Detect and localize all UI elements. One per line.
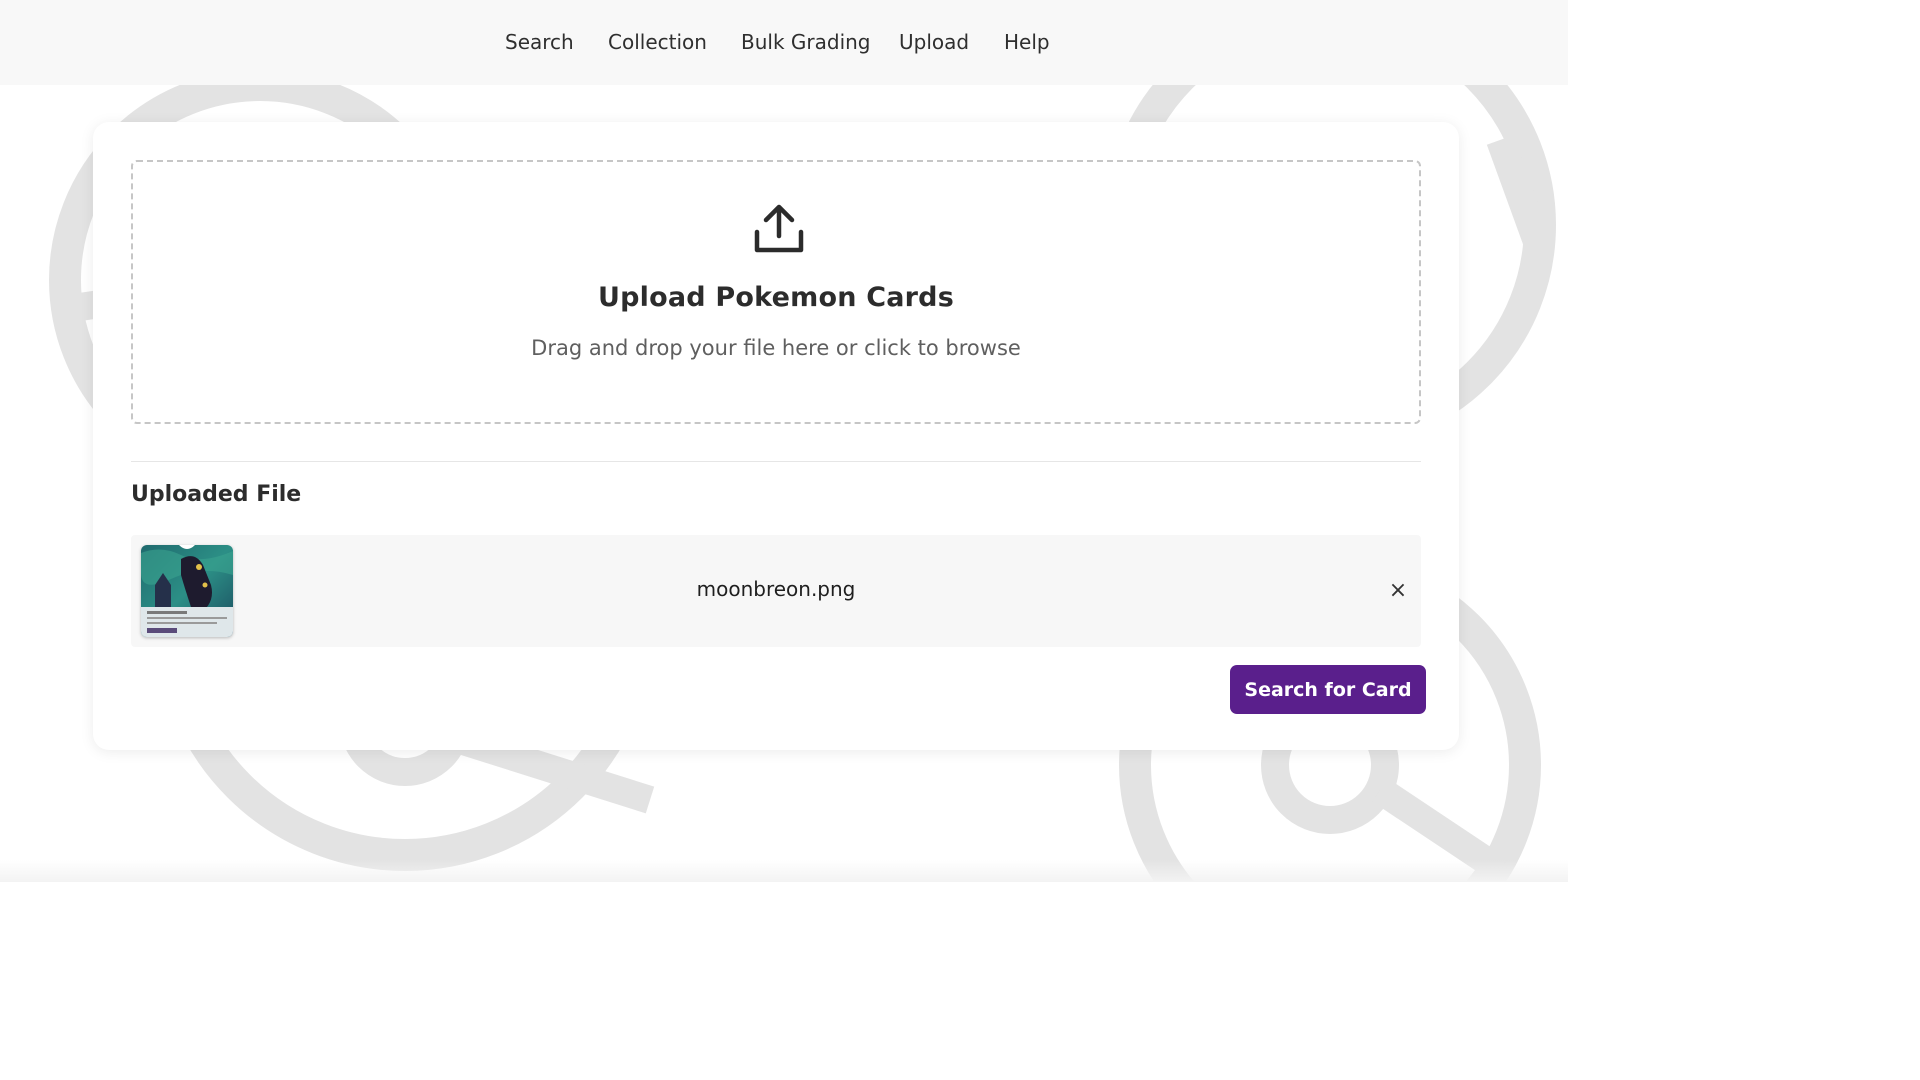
- top-navigation: Search Collection Bulk Grading Upload He…: [0, 0, 1568, 85]
- dropzone-subtitle: Drag and drop your file here or click to…: [531, 336, 1021, 360]
- file-dropzone[interactable]: Upload Pokemon Cards Drag and drop your …: [131, 160, 1421, 424]
- upload-icon: [754, 204, 804, 253]
- uploaded-file-heading: Uploaded File: [131, 482, 302, 507]
- dropzone-title: Upload Pokemon Cards: [598, 282, 954, 313]
- upload-panel: Upload Pokemon Cards Drag and drop your …: [93, 122, 1459, 750]
- bottom-fade: [0, 860, 1568, 882]
- file-name: moonbreon.png: [696, 577, 856, 601]
- uploaded-file-row: moonbreon.png ×: [131, 535, 1421, 647]
- nav-bulk-grading[interactable]: Bulk Grading: [741, 27, 871, 57]
- search-for-card-button[interactable]: Search for Card: [1230, 665, 1426, 714]
- nav-upload[interactable]: Upload: [899, 27, 969, 57]
- section-divider: [131, 461, 1421, 462]
- nav-search[interactable]: Search: [505, 27, 574, 57]
- nav-collection[interactable]: Collection: [608, 27, 707, 57]
- nav-help[interactable]: Help: [1004, 27, 1050, 57]
- close-icon[interactable]: ×: [1387, 579, 1409, 603]
